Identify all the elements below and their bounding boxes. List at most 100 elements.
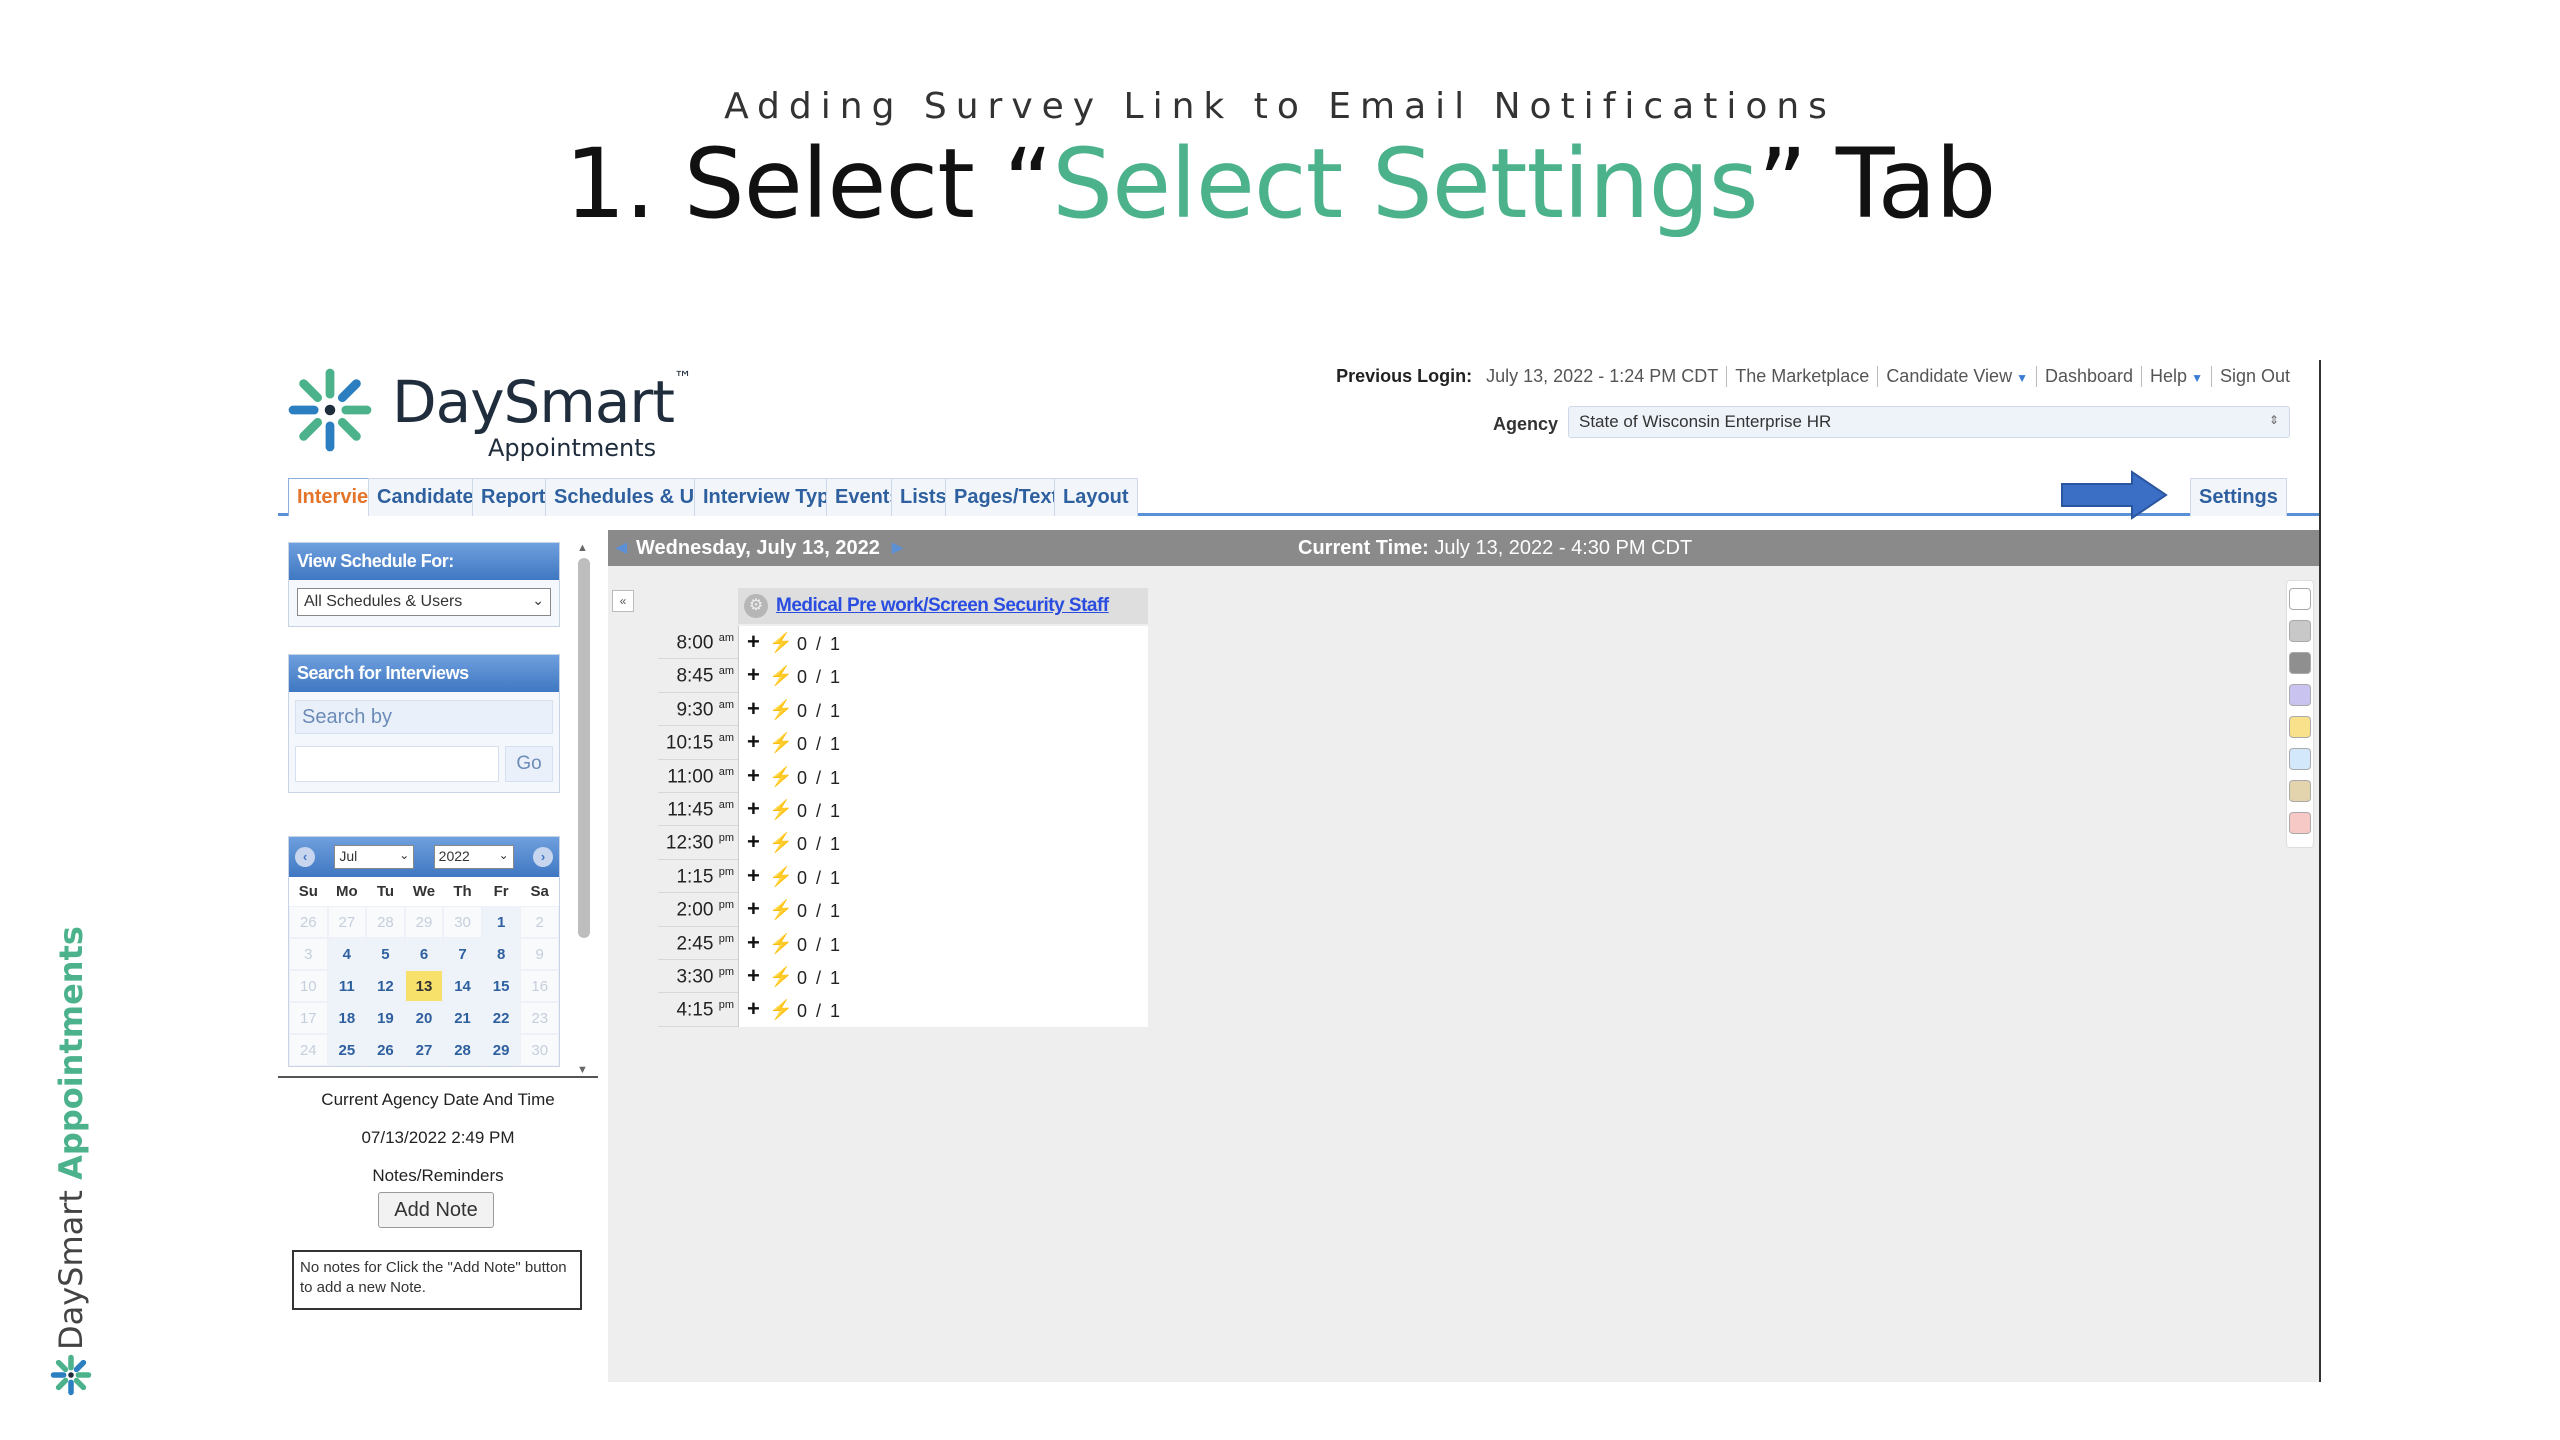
calendar-day[interactable]: 18 (327, 1002, 367, 1034)
scroll-up-icon[interactable]: ▲ (577, 542, 588, 554)
calendar-day[interactable]: 1 (481, 906, 521, 938)
sign-out-link[interactable]: Sign Out (2212, 366, 2298, 387)
calendar-day[interactable]: 30 (443, 906, 482, 938)
search-by-select[interactable]: Search by (295, 700, 553, 734)
color-swatch[interactable] (2289, 620, 2311, 642)
lightning-icon[interactable]: ⚡ (769, 765, 793, 789)
calendar-day[interactable]: 20 (404, 1002, 444, 1034)
slot-cell[interactable]: + ⚡ 0 / 1 (738, 993, 1148, 1027)
calendar-day[interactable]: 24 (289, 1034, 328, 1066)
calendar-day[interactable]: 9 (520, 938, 559, 970)
calendar-day[interactable]: 21 (443, 1002, 482, 1034)
year-select[interactable]: 2022 ⌄ (433, 845, 514, 869)
month-select[interactable]: Jul ⌄ (334, 845, 415, 869)
add-appointment-icon[interactable]: + (747, 729, 760, 755)
scrollbar-thumb[interactable] (578, 558, 590, 938)
calendar-day[interactable]: 16 (520, 970, 559, 1002)
lightning-icon[interactable]: ⚡ (769, 932, 793, 956)
add-note-button[interactable]: Add Note (378, 1192, 494, 1228)
add-appointment-icon[interactable]: + (747, 930, 760, 956)
calendar-day[interactable]: 27 (404, 1034, 444, 1066)
calendar-day[interactable]: 12 (366, 970, 405, 1002)
calendar-day[interactable]: 23 (520, 1002, 559, 1034)
calendar-day[interactable]: 29 (481, 1034, 521, 1066)
search-input[interactable] (295, 746, 499, 782)
tab-settings[interactable]: Settings (2190, 478, 2287, 516)
calendar-day[interactable]: 5 (366, 938, 405, 970)
color-swatch[interactable] (2289, 780, 2311, 802)
scroll-down-icon[interactable]: ▼ (577, 1064, 588, 1076)
add-appointment-icon[interactable]: + (747, 662, 760, 688)
slot-cell[interactable]: + ⚡ 0 / 1 (738, 959, 1148, 994)
calendar-day[interactable]: 22 (481, 1002, 521, 1034)
add-appointment-icon[interactable]: + (747, 696, 760, 722)
calendar-day-today[interactable]: 13 (404, 970, 444, 1002)
marketplace-link[interactable]: The Marketplace (1727, 366, 1879, 387)
calendar-day[interactable]: 2 (520, 906, 559, 938)
help-menu[interactable]: Help ▼ (2142, 366, 2212, 387)
lightning-icon[interactable]: ⚡ (769, 965, 793, 989)
calendar-day[interactable]: 8 (481, 938, 521, 970)
lightning-icon[interactable]: ⚡ (769, 865, 793, 889)
calendar-day[interactable]: 26 (289, 906, 328, 938)
slot-cell[interactable]: + ⚡ 0 / 1 (738, 659, 1148, 693)
candidate-view-menu[interactable]: Candidate View ▼ (1878, 366, 2037, 387)
lightning-icon[interactable]: ⚡ (769, 631, 793, 655)
calendar-day[interactable]: 19 (366, 1002, 405, 1034)
color-swatch[interactable] (2289, 812, 2311, 834)
gear-icon[interactable]: ⚙ (744, 594, 768, 618)
calendar-day[interactable]: 3 (289, 938, 328, 970)
lightning-icon[interactable]: ⚡ (769, 731, 793, 755)
lightning-icon[interactable]: ⚡ (769, 898, 793, 922)
slot-cell[interactable]: + ⚡ 0 / 1 (738, 726, 1148, 760)
add-appointment-icon[interactable]: + (747, 996, 760, 1022)
calendar-day[interactable]: 15 (481, 970, 521, 1002)
calendar-day[interactable]: 25 (327, 1034, 367, 1066)
slot-cell[interactable]: + ⚡ 0 / 1 (738, 926, 1148, 960)
lightning-icon[interactable]: ⚡ (769, 831, 793, 855)
calendar-day[interactable]: 27 (327, 906, 367, 938)
add-appointment-icon[interactable]: + (747, 796, 760, 822)
schedule-name-link[interactable]: Medical Pre work/Screen Security Staff (776, 595, 1109, 617)
view-schedule-select[interactable]: All Schedules & Users ⌄ (297, 588, 551, 616)
tab-layout[interactable]: Layout (1054, 478, 1138, 516)
color-swatch[interactable] (2289, 748, 2311, 770)
calendar-day[interactable]: 11 (327, 970, 367, 1002)
slot-cell[interactable]: + ⚡ 0 / 1 (738, 859, 1148, 894)
calendar-day[interactable]: 28 (366, 906, 405, 938)
go-button[interactable]: Go (505, 746, 553, 782)
tab-pages-text[interactable]: Pages/Text (945, 478, 1068, 516)
collapse-sidebar-icon[interactable]: « (612, 590, 634, 612)
add-appointment-icon[interactable]: + (747, 863, 760, 889)
add-appointment-icon[interactable]: + (747, 896, 760, 922)
calendar-day[interactable]: 7 (443, 938, 482, 970)
slot-cell[interactable]: + ⚡ 0 / 1 (738, 792, 1148, 827)
color-swatch[interactable] (2289, 684, 2311, 706)
color-swatch[interactable] (2289, 652, 2311, 674)
sidebar-scrollbar[interactable]: ▲ ▼ (572, 542, 592, 1082)
add-appointment-icon[interactable]: + (747, 963, 760, 989)
calendar-day[interactable]: 17 (289, 1002, 328, 1034)
color-swatch[interactable] (2289, 588, 2311, 610)
calendar-day[interactable]: 10 (289, 970, 328, 1002)
agency-select[interactable]: State of Wisconsin Enterprise HR ⇕ (1568, 406, 2290, 438)
slot-cell[interactable]: + ⚡ 0 / 1 (738, 826, 1148, 860)
calendar-day[interactable]: 28 (443, 1034, 482, 1066)
lightning-icon[interactable]: ⚡ (769, 664, 793, 688)
lightning-icon[interactable]: ⚡ (769, 798, 793, 822)
dashboard-link[interactable]: Dashboard (2037, 366, 2143, 387)
slot-cell[interactable]: + ⚡ 0 / 1 (738, 893, 1148, 927)
prev-day-icon[interactable]: ◀ (616, 539, 627, 556)
next-month-icon[interactable]: › (532, 847, 553, 867)
add-appointment-icon[interactable]: + (747, 629, 760, 655)
add-appointment-icon[interactable]: + (747, 829, 760, 855)
slot-cell[interactable]: + ⚡ 0 / 1 (738, 692, 1148, 727)
calendar-day[interactable]: 30 (520, 1034, 559, 1066)
next-day-icon[interactable]: ▶ (892, 539, 903, 556)
color-swatch[interactable] (2289, 716, 2311, 738)
slot-cell[interactable]: + ⚡ 0 / 1 (738, 626, 1148, 660)
calendar-day[interactable]: 4 (327, 938, 367, 970)
slot-cell[interactable]: + ⚡ 0 / 1 (738, 759, 1148, 793)
calendar-day[interactable]: 26 (366, 1034, 405, 1066)
lightning-icon[interactable]: ⚡ (769, 698, 793, 722)
